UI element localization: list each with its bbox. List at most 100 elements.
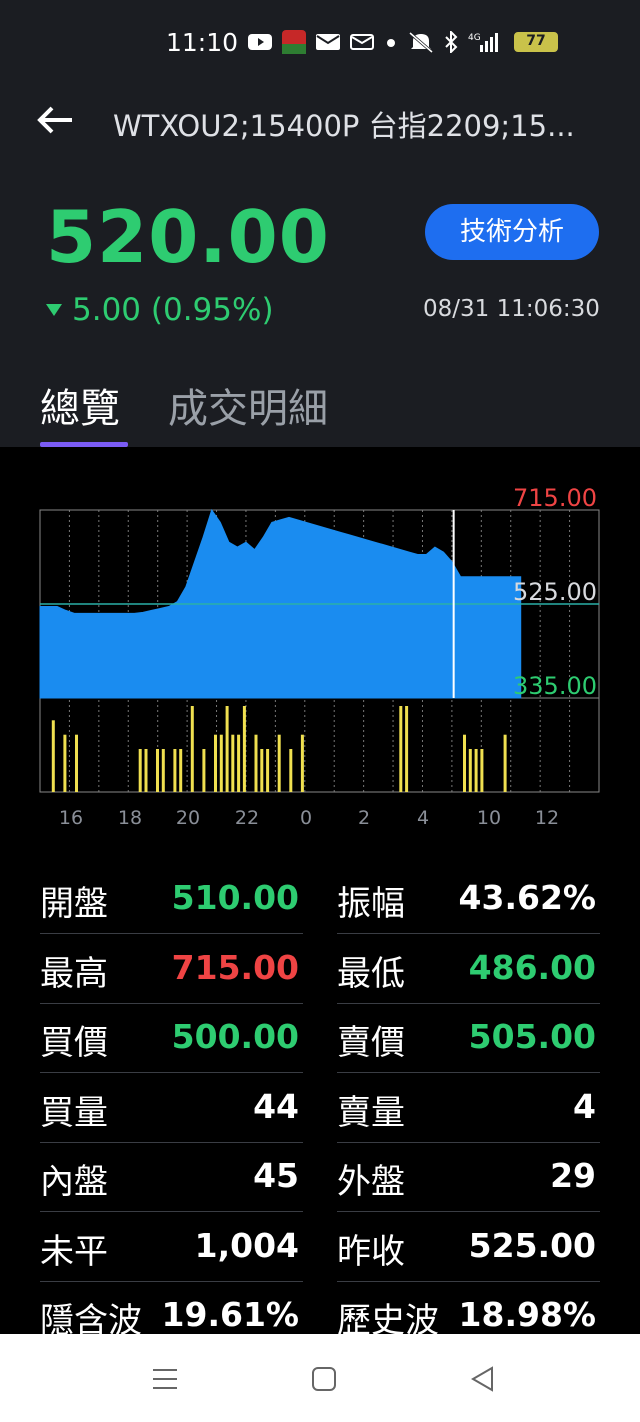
volume-bar bbox=[468, 749, 472, 792]
dot-icon bbox=[387, 39, 395, 47]
stat-value: 1,004 bbox=[194, 1225, 299, 1265]
system-nav-bar bbox=[0, 1334, 640, 1422]
home-icon[interactable] bbox=[309, 1364, 339, 1394]
app-icon bbox=[282, 30, 306, 54]
page-title: WTXOU2;15400P 台指2209;15... bbox=[113, 109, 575, 143]
battery-level: 77 bbox=[526, 33, 546, 49]
x-tick-label: 16 bbox=[59, 807, 83, 829]
mail-outline-icon bbox=[350, 34, 374, 50]
x-tick-label: 20 bbox=[176, 807, 200, 829]
volume-bar bbox=[289, 749, 293, 792]
volume-bar bbox=[405, 706, 409, 792]
volume-bar bbox=[260, 749, 264, 792]
volume-bar bbox=[231, 734, 235, 792]
stat-value: 44 bbox=[253, 1086, 299, 1126]
stat-label: 最低 bbox=[337, 953, 405, 994]
stat-label: 買量 bbox=[40, 1092, 108, 1133]
signal-4g-icon: 4G bbox=[468, 33, 498, 52]
y-low-label: 335.00 bbox=[513, 672, 597, 700]
stat-row: 內盤 45 bbox=[40, 1142, 303, 1212]
volume-bar bbox=[237, 734, 241, 792]
stat-row: 賣量 4 bbox=[337, 1073, 600, 1143]
stat-value: 510.00 bbox=[171, 878, 299, 917]
volume-bar bbox=[173, 749, 177, 792]
mail-icon bbox=[316, 34, 340, 50]
status-time: 11:10 bbox=[166, 28, 239, 57]
mute-icon bbox=[409, 31, 433, 53]
x-tick-label: 0 bbox=[300, 807, 312, 829]
stat-value: 45 bbox=[253, 1156, 299, 1195]
stat-label: 內盤 bbox=[40, 1162, 108, 1202]
stat-value: 525.00 bbox=[468, 1225, 596, 1265]
stat-row: 外盤 29 bbox=[337, 1142, 600, 1212]
stat-value: 505.00 bbox=[468, 1017, 596, 1056]
y-mid-label: 525.00 bbox=[513, 578, 597, 606]
stat-value: 715.00 bbox=[171, 947, 299, 987]
stat-value: 19.61% bbox=[161, 1295, 299, 1334]
stat-row: 最高 715.00 bbox=[40, 934, 303, 1004]
stat-row: 賣價 505.00 bbox=[337, 1003, 600, 1073]
price-change: 5.00 (0.95%) bbox=[46, 292, 274, 328]
volume-bar bbox=[51, 720, 55, 792]
stat-value: 18.98% bbox=[458, 1295, 596, 1334]
x-tick-label: 4 bbox=[417, 807, 429, 829]
stat-label: 最高 bbox=[40, 953, 108, 994]
stat-value: 500.00 bbox=[171, 1017, 299, 1056]
back-triangle-icon[interactable] bbox=[468, 1364, 498, 1394]
volume-bar bbox=[63, 734, 67, 792]
volume-bar bbox=[242, 706, 246, 792]
youtube-icon bbox=[248, 34, 272, 50]
svg-text:4G: 4G bbox=[468, 33, 481, 43]
stat-row: 未平 1,004 bbox=[40, 1212, 303, 1282]
back-arrow-icon[interactable] bbox=[36, 100, 76, 140]
volume-bar bbox=[138, 749, 142, 792]
stat-row: 買量 44 bbox=[40, 1073, 303, 1143]
volume-bar bbox=[156, 749, 159, 792]
x-tick-label: 12 bbox=[535, 807, 559, 829]
status-icons: 4G 77 bbox=[248, 30, 558, 54]
volume-bar bbox=[300, 734, 304, 792]
stat-label: 買價 bbox=[40, 1023, 108, 1063]
stat-row: 昨收 525.00 bbox=[337, 1212, 600, 1282]
stat-label: 振幅 bbox=[337, 884, 405, 924]
stat-value: 4 bbox=[573, 1086, 596, 1126]
stat-value: 29 bbox=[550, 1156, 596, 1195]
volume-bar bbox=[277, 734, 281, 792]
y-high-label: 715.00 bbox=[513, 484, 597, 512]
x-tick-label: 18 bbox=[118, 807, 142, 829]
tab-overview[interactable]: 總覽 bbox=[40, 376, 120, 434]
menu-icon[interactable] bbox=[150, 1364, 180, 1394]
volume-bar bbox=[480, 749, 484, 792]
volume-bar bbox=[254, 734, 258, 792]
stat-label: 昨收 bbox=[337, 1231, 405, 1272]
technical-analysis-button[interactable]: 技術分析 bbox=[425, 204, 599, 260]
stat-label: 外盤 bbox=[337, 1162, 405, 1202]
price-change-value: 5.00 (0.95%) bbox=[72, 292, 274, 328]
volume-bar bbox=[219, 734, 223, 792]
intraday-chart[interactable]: 715.00 525.00 335.00 16 18 20 22 0 2 4 10 12 bbox=[0, 460, 640, 840]
down-triangle-icon bbox=[46, 304, 62, 316]
stat-row: 最低 486.00 bbox=[337, 934, 600, 1004]
last-price: 520.00 bbox=[46, 195, 330, 279]
volume-bar bbox=[214, 734, 217, 792]
x-tick-label: 2 bbox=[358, 807, 370, 829]
volume-bar bbox=[75, 734, 78, 792]
volume-bar bbox=[503, 734, 507, 792]
tab-trade-details[interactable]: 成交明細 bbox=[168, 376, 328, 434]
stat-value: 486.00 bbox=[468, 947, 596, 987]
stat-label: 未平 bbox=[40, 1231, 108, 1272]
x-tick-label: 10 bbox=[477, 807, 501, 829]
bluetooth-icon bbox=[445, 31, 458, 53]
stat-row: 買價 500.00 bbox=[40, 1003, 303, 1073]
x-tick-label: 22 bbox=[235, 807, 259, 829]
volume-bar bbox=[161, 749, 165, 792]
volume-bar bbox=[463, 734, 466, 792]
volume-bar bbox=[202, 749, 206, 792]
stat-row: 振幅 43.62% bbox=[337, 864, 600, 934]
volume-bar bbox=[144, 749, 148, 792]
volume-bar bbox=[474, 749, 478, 792]
battery-icon: 77 bbox=[514, 32, 558, 52]
stat-value: 43.62% bbox=[458, 878, 596, 917]
stat-label: 賣量 bbox=[337, 1092, 405, 1133]
volume-bar bbox=[266, 749, 270, 792]
